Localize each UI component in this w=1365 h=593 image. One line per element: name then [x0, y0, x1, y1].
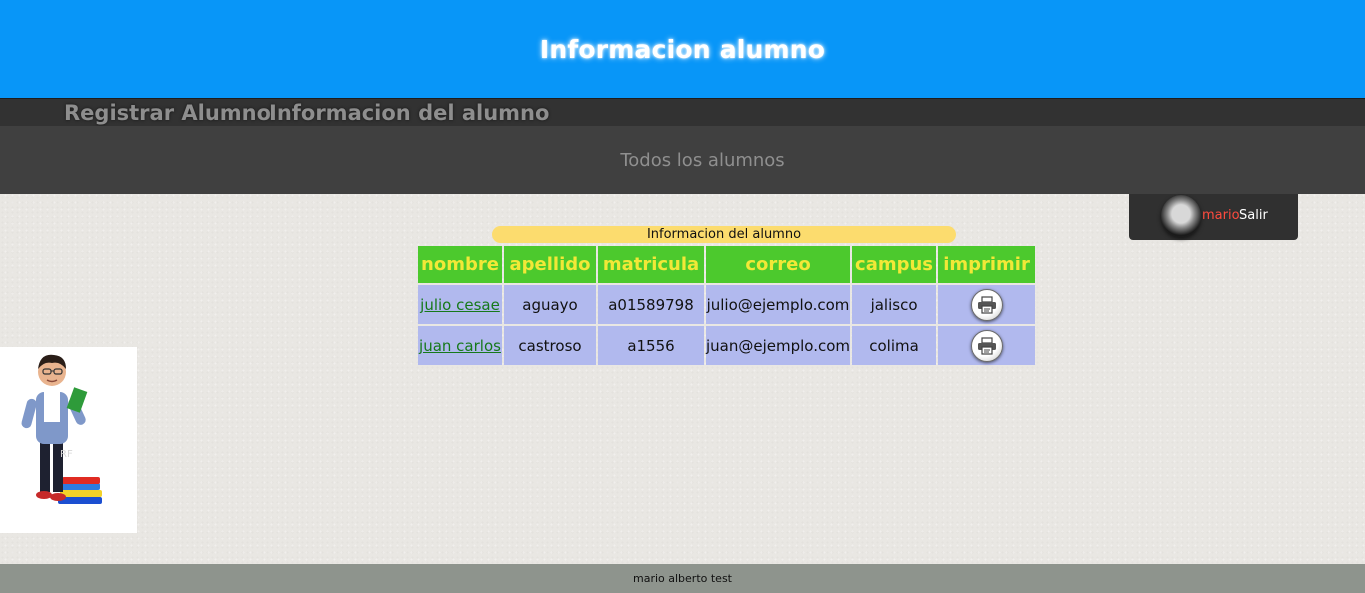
table-row: julio cesae aguayo a01589798 julio@ejemp…: [418, 285, 1036, 324]
cell-imprimir: [938, 285, 1036, 324]
logout-link[interactable]: Salir: [1239, 208, 1268, 223]
table-caption: Informacion del alumno: [492, 226, 956, 243]
table-header-row: nombre apellido matricula correo campus …: [418, 246, 1036, 283]
cell-nombre: juan carlos: [418, 326, 502, 365]
column-header-campus: campus: [852, 246, 937, 283]
column-header-imprimir: imprimir: [938, 246, 1036, 283]
student-name-link[interactable]: juan carlos: [419, 337, 501, 355]
cell-correo: juan@ejemplo.com: [706, 326, 851, 365]
cell-campus: colima: [852, 326, 937, 365]
cell-imprimir: [938, 326, 1036, 365]
user-name: mario: [1202, 208, 1240, 223]
sub-nav: Todos los alumnos: [0, 126, 1365, 194]
nav-item-informacion-del-alumno[interactable]: Informacion del alumno: [269, 99, 549, 127]
nav-item-registrar-alumno[interactable]: Registrar Alumno: [64, 99, 271, 127]
cell-apellido: aguayo: [504, 285, 596, 324]
cell-nombre: julio cesae: [418, 285, 502, 324]
student-name-link[interactable]: julio cesae: [420, 296, 500, 314]
column-header-apellido: apellido: [504, 246, 596, 283]
print-button[interactable]: [970, 329, 1003, 362]
cell-matricula: a01589798: [598, 285, 704, 324]
footer-text: mario alberto test: [633, 572, 732, 585]
cell-apellido: castroso: [504, 326, 596, 365]
cell-campus: jalisco: [852, 285, 937, 324]
column-header-nombre: nombre: [418, 246, 502, 283]
user-panel: mario Salir: [1129, 194, 1298, 240]
student-illustration: RF: [0, 347, 137, 533]
sub-nav-all-students-link[interactable]: Todos los alumnos: [620, 150, 784, 171]
column-header-correo: correo: [706, 246, 851, 283]
main-nav: Registrar Alumno Informacion del alumno: [0, 98, 1365, 127]
printer-icon: [977, 295, 996, 314]
column-header-matricula: matricula: [598, 246, 704, 283]
page-footer: mario alberto test: [0, 564, 1365, 593]
table-row: juan carlos castroso a1556 juan@ejemplo.…: [418, 326, 1036, 365]
user-avatar: [1161, 195, 1201, 237]
cell-correo: julio@ejemplo.com: [706, 285, 851, 324]
cell-matricula: a1556: [598, 326, 704, 365]
printer-icon: [977, 336, 996, 355]
print-button[interactable]: [970, 288, 1003, 321]
students-table: nombre apellido matricula correo campus …: [416, 244, 1037, 367]
svg-text:RF: RF: [60, 449, 73, 460]
page-title: Informacion alumno: [539, 34, 826, 64]
page-header: Informacion alumno: [0, 0, 1365, 98]
